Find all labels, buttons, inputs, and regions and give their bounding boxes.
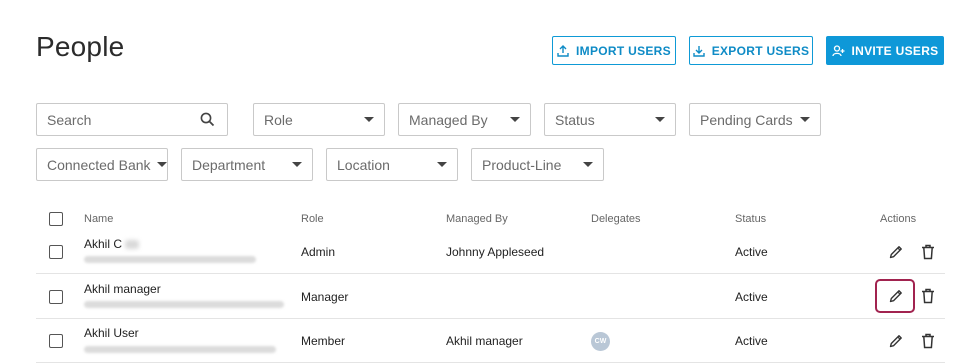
user-status: Active	[735, 334, 768, 348]
user-name[interactable]: Akhil User	[84, 326, 139, 340]
download-icon	[692, 45, 705, 57]
row-divider	[36, 318, 945, 319]
add-user-icon	[831, 44, 845, 57]
pending-cards-filter[interactable]: Pending Cards	[689, 103, 821, 136]
invite-users-button[interactable]: INVITE USERS	[826, 36, 944, 65]
chevron-down-icon	[510, 117, 520, 122]
user-role: Admin	[301, 245, 336, 259]
row-checkbox[interactable]	[49, 334, 63, 348]
redacted-text	[125, 240, 140, 250]
chevron-down-icon	[800, 117, 810, 122]
edit-button[interactable]	[886, 242, 906, 262]
trash-icon	[922, 244, 934, 260]
delete-button[interactable]	[918, 242, 938, 262]
row-checkbox[interactable]	[49, 245, 63, 259]
redacted-email	[84, 256, 256, 263]
chevron-down-icon	[364, 117, 374, 122]
pencil-icon	[889, 335, 902, 348]
column-header-name[interactable]: Name	[84, 213, 113, 225]
page-title: People	[36, 31, 125, 62]
row-divider	[36, 362, 945, 363]
role-filter[interactable]: Role	[253, 103, 385, 136]
chevron-down-icon	[583, 162, 593, 167]
column-header-managed-by[interactable]: Managed By	[446, 213, 508, 225]
chevron-down-icon	[655, 117, 665, 122]
product-line-filter[interactable]: Product-Line	[471, 148, 604, 181]
import-users-button[interactable]: IMPORT USERS	[552, 36, 676, 65]
select-all-checkbox[interactable]	[49, 212, 63, 226]
location-filter[interactable]: Location	[326, 148, 458, 181]
chevron-down-icon	[292, 162, 302, 167]
row-divider	[36, 273, 945, 274]
user-status: Active	[735, 290, 768, 304]
user-managed-by: Johnny Appleseed	[446, 245, 545, 259]
redacted-email	[84, 346, 276, 353]
edit-button[interactable]	[886, 331, 906, 351]
delete-button[interactable]	[918, 286, 938, 306]
column-header-actions: Actions	[880, 213, 917, 225]
pencil-icon	[889, 246, 902, 259]
user-role: Member	[301, 334, 346, 348]
row-checkbox[interactable]	[49, 290, 63, 304]
chevron-down-icon	[156, 162, 167, 167]
status-filter[interactable]: Status	[544, 103, 676, 136]
user-name[interactable]: Akhil C	[84, 237, 140, 251]
trash-icon	[922, 333, 934, 349]
search-input[interactable]: Search	[36, 103, 228, 136]
connected-bank-filter[interactable]: Connected Bank	[36, 148, 168, 181]
pencil-icon	[889, 290, 902, 303]
trash-icon	[922, 288, 934, 304]
user-status: Active	[735, 245, 768, 259]
delete-button[interactable]	[918, 331, 938, 351]
export-users-button[interactable]: EXPORT USERS	[689, 36, 813, 65]
user-managed-by: Akhil manager	[446, 334, 523, 348]
search-icon	[200, 112, 215, 130]
chevron-down-icon	[437, 162, 447, 167]
edit-button[interactable]	[886, 286, 906, 306]
column-header-role[interactable]: Role	[301, 213, 324, 225]
column-header-status[interactable]: Status	[735, 213, 766, 225]
column-header-delegates: Delegates	[591, 213, 641, 225]
delegate-avatar[interactable]: CW	[591, 332, 610, 351]
redacted-email	[84, 301, 284, 308]
upload-icon	[557, 44, 569, 57]
user-role: Manager	[301, 290, 349, 304]
managed-by-filter[interactable]: Managed By	[398, 103, 531, 136]
user-name[interactable]: Akhil manager	[84, 282, 161, 296]
department-filter[interactable]: Department	[181, 148, 313, 181]
